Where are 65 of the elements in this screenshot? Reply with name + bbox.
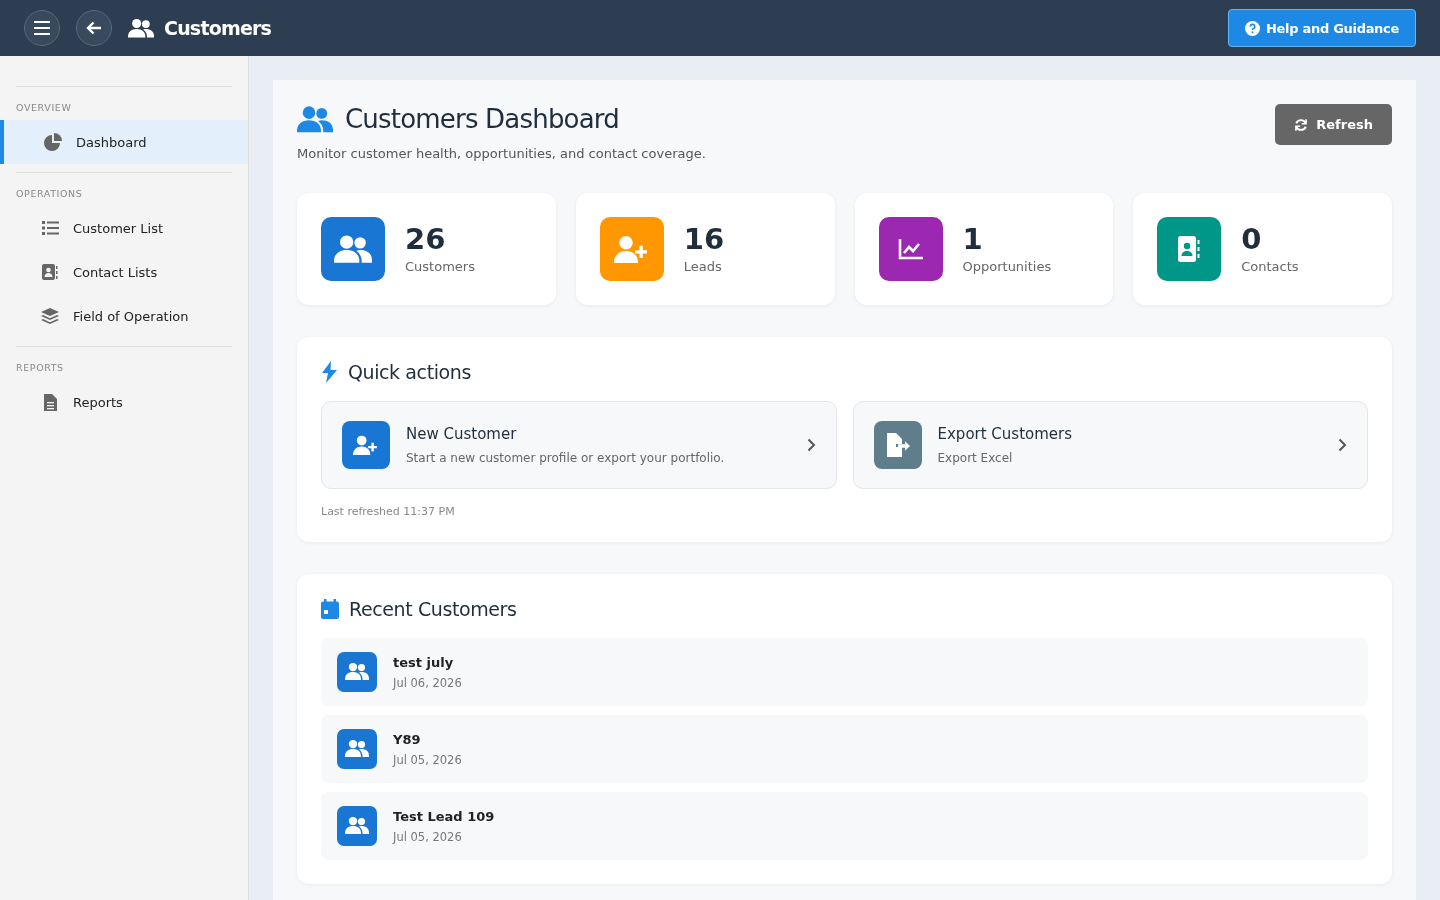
users-icon — [345, 739, 369, 759]
section-heading: OVERVIEW — [15, 101, 73, 115]
customer-name: test july — [393, 654, 455, 670]
back-button[interactable] — [76, 10, 112, 46]
action-card[interactable]: Export Customers Export Excel — [852, 401, 1368, 489]
action-card[interactable]: New Customer Start a new customer profile or export your portfolio. — [321, 401, 837, 489]
contact-card-icon — [1178, 236, 1201, 262]
stat-label: Leads — [683, 259, 723, 275]
layers-icon — [41, 307, 59, 325]
nav-item[interactable]: Contact Lists — [0, 250, 248, 294]
chevron-right-icon — [1338, 438, 1347, 452]
customer-date: Jul 06, 2026 — [393, 675, 462, 690]
nav-item[interactable]: Customer List — [0, 206, 248, 250]
help-button[interactable]: Help and Guidance — [1228, 9, 1416, 47]
file-export-icon — [884, 433, 911, 457]
last-refreshed: Last refreshed 11:37 PM — [321, 505, 456, 518]
lightning-icon — [321, 361, 338, 383]
app-title: Customers — [164, 17, 272, 39]
customer-name: Test Lead 109 — [393, 808, 495, 824]
refresh-button[interactable]: Refresh — [1275, 104, 1392, 145]
users-icon — [345, 662, 369, 682]
contact-card-icon — [42, 264, 58, 280]
action-title: New Customer — [406, 425, 518, 443]
stat-value: 26 — [405, 223, 447, 256]
users-icon — [128, 17, 154, 39]
pie-chart-icon — [44, 133, 62, 151]
customer-name: Y89 — [393, 731, 422, 747]
help-icon — [1245, 20, 1260, 36]
action-description: Export Excel — [937, 451, 1014, 465]
user-plus-icon — [353, 434, 379, 456]
chevron-right-icon — [806, 438, 816, 452]
stat-value: 1 — [962, 223, 984, 256]
stat-value: 16 — [683, 223, 725, 256]
nav-item[interactable]: Dashboard — [0, 120, 248, 164]
nav-item[interactable]: Field of Operation — [0, 294, 248, 338]
action-description: Start a new customer profile or export your portfolio. — [406, 451, 726, 465]
stat-label: Customers — [405, 259, 475, 275]
calendar-icon — [321, 599, 339, 619]
list-icon — [41, 221, 59, 235]
section-heading: OPERATIONS — [15, 187, 84, 201]
customer-date: Jul 05, 2026 — [393, 752, 462, 767]
refresh-icon — [1294, 117, 1309, 132]
menu-button[interactable] — [24, 10, 60, 46]
action-title: Export Customers — [937, 425, 1074, 443]
stat-label: Contacts — [1241, 259, 1299, 275]
users-icon — [297, 104, 333, 134]
customer-row[interactable]: Y89 Jul 05, 2026 — [321, 715, 1368, 783]
users-icon — [334, 233, 372, 265]
arrow-left-icon — [86, 21, 102, 35]
line-chart-icon — [897, 238, 924, 260]
page-subtitle: Monitor customer health, opportunities, and contact coverage. — [297, 146, 706, 161]
stat-value: 0 — [1241, 223, 1263, 256]
customer-date: Jul 05, 2026 — [393, 829, 463, 844]
menu-icon — [34, 21, 50, 35]
section-heading: REPORTS — [15, 361, 65, 375]
card-title: Quick actions — [348, 361, 471, 383]
user-plus-icon — [613, 234, 650, 264]
page-title: Customers Dashboard — [345, 104, 619, 134]
document-icon — [43, 393, 57, 411]
customer-row[interactable]: Test Lead 109 Jul 05, 2026 — [321, 792, 1368, 860]
nav-item[interactable]: Reports — [0, 380, 248, 424]
card-title: Recent Customers — [349, 598, 517, 620]
customer-row[interactable]: test july Jul 06, 2026 — [321, 638, 1368, 706]
users-icon — [345, 816, 369, 836]
stat-label: Opportunities — [962, 259, 1052, 275]
